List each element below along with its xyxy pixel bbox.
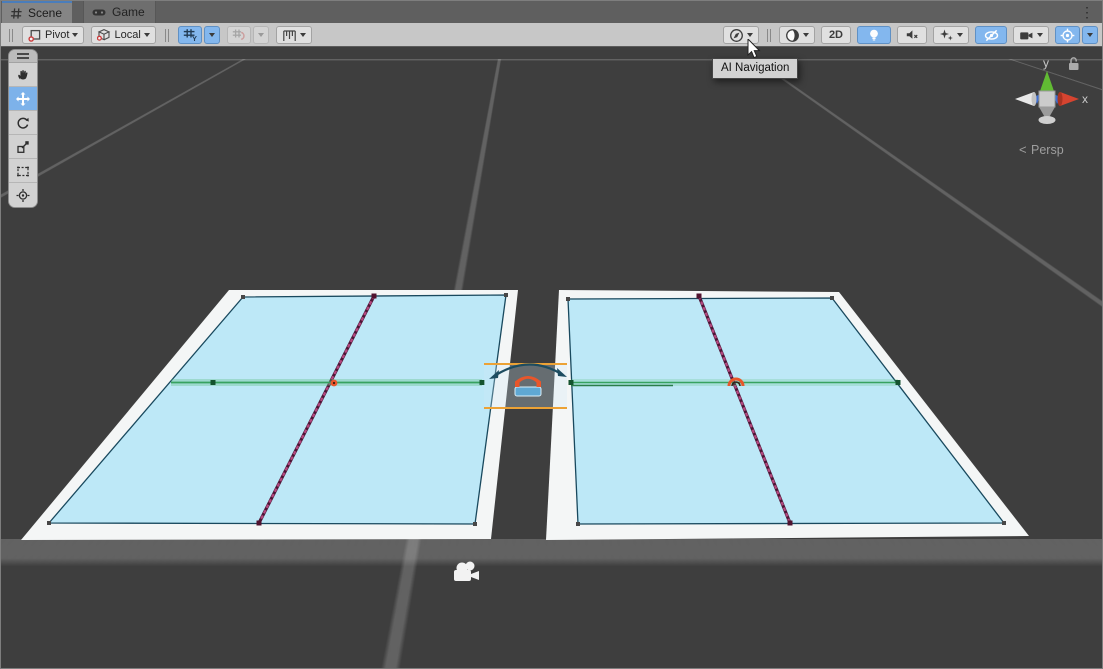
lock-icon[interactable] xyxy=(1069,58,1079,70)
game-tab-icon xyxy=(92,6,107,19)
grid-visibility-dropdown[interactable] xyxy=(204,26,220,44)
toolbar-drag-handle[interactable] xyxy=(165,29,169,42)
hand-tool-icon xyxy=(15,67,31,83)
gizmos-icon xyxy=(1060,28,1075,43)
chevron-down-icon xyxy=(258,33,264,37)
view-orientation-gizmo[interactable]: y x < Persp xyxy=(1015,56,1088,157)
2d-view-toggle[interactable]: 2D xyxy=(821,26,851,44)
scale-tool-button[interactable] xyxy=(9,135,37,159)
snap-increment-icon xyxy=(232,28,246,42)
transform-tool-icon xyxy=(15,187,31,203)
transform-tool-button[interactable] xyxy=(9,183,37,207)
lighting-icon xyxy=(867,28,881,43)
tools-overlay-handle[interactable] xyxy=(9,50,37,63)
rotate-tool-button[interactable] xyxy=(9,111,37,135)
effects-icon xyxy=(939,28,954,43)
shading-mode-dropdown[interactable] xyxy=(779,26,815,44)
scene-viewport[interactable]: y x < Persp xyxy=(1,47,1102,668)
scene-lighting-toggle[interactable] xyxy=(857,26,891,44)
tab-game-label: Game xyxy=(112,5,145,19)
rect-tool-icon xyxy=(15,163,31,179)
scene-visibility-toggle[interactable] xyxy=(975,26,1007,44)
camera-view-icon xyxy=(1019,28,1034,43)
rotate-tool-icon xyxy=(15,115,31,131)
grid-snap-icon: Y xyxy=(183,28,197,42)
x-axis-cone[interactable] xyxy=(1060,92,1079,106)
snap-settings-dropdown[interactable] xyxy=(276,26,312,44)
camera-gizmo-icon[interactable] xyxy=(454,562,479,582)
pivot-icon xyxy=(28,28,42,42)
chevron-down-icon xyxy=(747,33,753,37)
pivot-label: Pivot xyxy=(45,29,69,41)
tools-overlay xyxy=(8,49,38,208)
chevron-down-icon xyxy=(1087,33,1093,37)
tab-scene-label: Scene xyxy=(28,6,62,20)
chevron-down-icon xyxy=(957,33,963,37)
snap-settings-icon xyxy=(282,28,297,42)
tab-bar: Scene Game ⋮ xyxy=(1,1,1102,23)
gizmos-toggle[interactable] xyxy=(1055,26,1080,44)
projection-arrow: < xyxy=(1019,142,1027,157)
chevron-down-icon xyxy=(1037,33,1043,37)
x-axis-label: x xyxy=(1082,92,1088,106)
chevron-down-icon xyxy=(72,33,78,37)
rect-tool-button[interactable] xyxy=(9,159,37,183)
chevron-down-icon xyxy=(209,33,215,37)
local-label: Local xyxy=(114,29,140,41)
scale-tool-icon xyxy=(15,139,31,155)
kebab-menu-icon[interactable]: ⋮ xyxy=(1080,3,1094,21)
move-tool-button[interactable] xyxy=(9,87,37,111)
tab-game[interactable]: Game xyxy=(83,1,156,23)
snap-increment-dropdown[interactable] xyxy=(253,26,269,44)
gizmo-center-cube[interactable] xyxy=(1039,91,1055,107)
unity-scene-view-window: Scene Game ⋮ Pivot xyxy=(0,0,1103,669)
audio-icon xyxy=(905,28,919,42)
scene-tab-icon xyxy=(10,7,23,20)
snap-increment-toggle[interactable] xyxy=(227,26,251,44)
scene-toolbar: Pivot Local xyxy=(1,23,1102,47)
table-right[interactable] xyxy=(546,290,1029,540)
chevron-down-icon xyxy=(803,33,809,37)
pivot-dropdown[interactable]: Pivot xyxy=(22,26,84,44)
projection-label[interactable]: Persp xyxy=(1031,143,1064,157)
move-tool-icon xyxy=(15,91,31,107)
gizmos-dropdown[interactable] xyxy=(1082,26,1098,44)
toolbar-drag-handle[interactable] xyxy=(9,29,13,42)
grid-visibility-toggle[interactable]: Y xyxy=(178,26,202,44)
negative-x-axis-cone[interactable] xyxy=(1015,92,1034,106)
y-axis-label: y xyxy=(1043,56,1049,70)
shading-mode-icon xyxy=(785,28,800,43)
local-icon xyxy=(97,28,111,42)
ai-navigation-icon xyxy=(729,28,744,43)
scene-effects-dropdown[interactable] xyxy=(933,26,969,44)
navmesh-surface-right xyxy=(568,298,1004,524)
tooltip: AI Navigation xyxy=(712,58,798,79)
tab-scene[interactable]: Scene xyxy=(2,1,72,23)
toolbar-drag-handle[interactable] xyxy=(767,29,771,42)
chevron-down-icon xyxy=(300,33,306,37)
cursor-icon xyxy=(747,39,763,61)
hand-tool-button[interactable] xyxy=(9,63,37,87)
camera-view-dropdown[interactable] xyxy=(1013,26,1049,44)
grid-axis-label: Y xyxy=(192,34,197,42)
audio-toggle[interactable] xyxy=(897,26,927,44)
local-dropdown[interactable]: Local xyxy=(91,26,155,44)
visibility-icon xyxy=(984,28,999,43)
chevron-down-icon xyxy=(144,33,150,37)
link-marker-left xyxy=(331,380,338,387)
